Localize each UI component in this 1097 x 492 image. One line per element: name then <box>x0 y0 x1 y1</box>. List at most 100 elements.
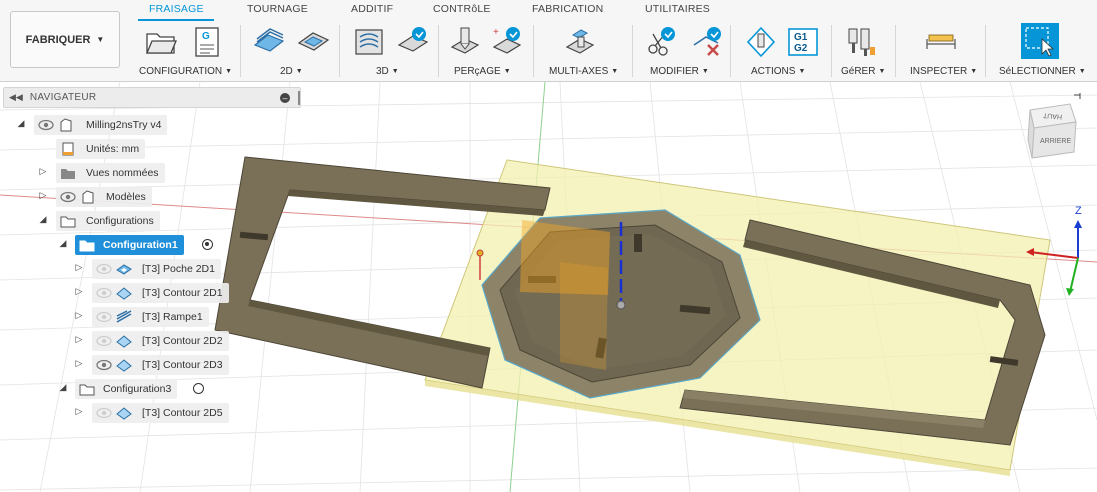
eye-hidden-icon[interactable] <box>96 310 112 324</box>
expand-toggle-icon[interactable]: ▷ <box>74 334 84 345</box>
contour-op-icon <box>116 407 132 420</box>
separator <box>438 25 439 77</box>
g-code-list-icon[interactable]: G <box>190 25 224 59</box>
select-cursor-icon[interactable] <box>1020 22 1060 60</box>
expand-toggle-icon[interactable]: ◢ <box>58 238 68 249</box>
measure-icon[interactable] <box>924 25 958 59</box>
workspace-switcher-button[interactable]: FABRIQUER ▼ <box>10 11 120 68</box>
expand-toggle-icon[interactable]: ▷ <box>74 310 84 321</box>
expand-toggle-icon[interactable]: ▷ <box>38 190 48 201</box>
tab-fabrication[interactable]: FABRICATION <box>532 3 603 19</box>
expand-toggle-icon[interactable]: ▷ <box>74 358 84 369</box>
eye-hidden-icon[interactable] <box>96 262 112 276</box>
models-label: Modèles <box>106 191 146 203</box>
3d-pocket-icon[interactable] <box>396 25 430 59</box>
tree-node-models[interactable]: Modèles <box>56 187 152 207</box>
setup1-label: Configuration1 <box>103 239 178 251</box>
group-multi-axes[interactable]: MULTI-AXES ▼ <box>549 66 618 77</box>
setup-radio[interactable] <box>193 383 204 394</box>
minimize-icon[interactable]: – <box>280 93 290 103</box>
separator <box>533 25 534 77</box>
post-process-icon[interactable]: G1 G2 <box>786 25 820 59</box>
tab-tournage[interactable]: TOURNAGE <box>247 3 308 19</box>
view-cube[interactable]: HAUT ARRIERE <box>1027 93 1081 159</box>
group-gerer[interactable]: GéRER ▼ <box>841 66 885 77</box>
units-document-icon <box>62 142 74 156</box>
tab-fraisage[interactable]: FRAISAGE <box>149 3 204 19</box>
group-inspecter[interactable]: INSPECTER ▼ <box>910 66 977 77</box>
tree-node-setup3[interactable]: Configuration3 <box>75 379 178 399</box>
setup3-label: Configuration3 <box>103 383 172 395</box>
collapse-panel-icon[interactable]: ◀◀ <box>9 92 23 103</box>
simulate-icon[interactable] <box>744 25 778 59</box>
expand-toggle-icon[interactable]: ▷ <box>74 286 84 297</box>
setup-folder-icon[interactable] <box>144 25 178 59</box>
group-percage[interactable]: PERçAGE ▼ <box>454 66 511 77</box>
panel-grip-icon[interactable] <box>298 91 300 105</box>
separator <box>240 25 241 77</box>
tree-node-named-views[interactable]: Vues nommées <box>56 163 165 183</box>
pocket-op-icon <box>116 264 132 275</box>
tree-node-operation[interactable]: [T3] Contour 2D1 <box>92 283 229 303</box>
operation-label: [T3] Poche 2D1 <box>142 263 215 275</box>
tab-additif[interactable]: ADDITIF <box>351 3 393 19</box>
expand-toggle-icon[interactable]: ▷ <box>74 406 84 417</box>
group-configuration[interactable]: CONFIGURATION ▼ <box>139 66 232 77</box>
tree-node-setup1[interactable]: Configuration1 <box>75 235 184 255</box>
3d-adaptive-icon[interactable] <box>352 25 386 59</box>
eye-icon[interactable] <box>38 118 54 132</box>
operation-label: [T3] Contour 2D2 <box>142 335 223 347</box>
tab-controle[interactable]: CONTRôLE <box>433 3 491 19</box>
2d-pocket-icon[interactable] <box>296 25 330 59</box>
operation-label: [T3] Contour 2D1 <box>142 287 223 299</box>
eye-hidden-icon[interactable] <box>96 286 112 300</box>
delete-toolpath-icon[interactable] <box>690 25 724 59</box>
separator <box>895 25 896 77</box>
expand-toggle-icon[interactable]: ◢ <box>16 118 26 129</box>
svg-text:+: + <box>493 27 499 38</box>
model-icon <box>82 190 94 204</box>
tree-node-root[interactable]: Milling2nsTry v4 <box>34 115 168 135</box>
separator <box>985 25 986 77</box>
setup-folder-icon <box>79 240 95 252</box>
svg-text:G: G <box>202 31 210 42</box>
tree-node-setups[interactable]: Configurations <box>56 211 160 231</box>
multi-axis-icon[interactable] <box>563 25 597 59</box>
scissors-trim-icon[interactable] <box>644 25 678 59</box>
viewcube-front-label: ARRIERE <box>1040 138 1071 145</box>
expand-toggle-icon[interactable]: ◢ <box>38 214 48 225</box>
2d-adaptive-icon[interactable] <box>252 25 286 59</box>
eye-hidden-icon[interactable] <box>96 406 112 420</box>
contour-op-icon <box>116 287 132 300</box>
active-tab-indicator <box>138 19 214 21</box>
tree-node-operation[interactable]: [T3] Contour 2D5 <box>92 403 229 423</box>
group-modifier[interactable]: MODIFIER ▼ <box>650 66 709 77</box>
active-setup-radio[interactable] <box>202 239 213 250</box>
tab-utilitaires[interactable]: UTILITAIRES <box>645 3 710 19</box>
group-selectionner[interactable]: SéLECTIONNER ▼ <box>999 66 1086 77</box>
chevron-down-icon: ▼ <box>96 35 105 44</box>
group-2d[interactable]: 2D ▼ <box>280 66 303 77</box>
tree-node-operation[interactable]: [T3] Contour 2D3 <box>92 355 229 375</box>
toolbar: FABRIQUER ▼ FRAISAGE TOURNAGE ADDITIF CO… <box>0 0 1097 82</box>
contour-op-icon <box>116 335 132 348</box>
eye-icon[interactable] <box>60 190 76 204</box>
expand-toggle-icon[interactable]: ▷ <box>38 166 48 177</box>
hole-recognition-icon[interactable]: + <box>490 25 524 59</box>
tree-node-units[interactable]: Unités: mm <box>56 139 146 159</box>
expand-toggle-icon[interactable]: ◢ <box>58 382 68 393</box>
tree-node-operation[interactable]: [T3] Poche 2D1 <box>92 259 221 279</box>
tree-node-operation[interactable]: [T3] Rampe1 <box>92 307 209 327</box>
eye-hidden-icon[interactable] <box>96 334 112 348</box>
group-3d[interactable]: 3D ▼ <box>376 66 399 77</box>
group-actions[interactable]: ACTIONS ▼ <box>751 66 805 77</box>
tree-node-operation[interactable]: [T3] Contour 2D2 <box>92 331 229 351</box>
setups-folder-icon <box>60 216 76 228</box>
named-views-label: Vues nommées <box>86 167 159 179</box>
ramp-op-icon <box>116 310 132 323</box>
drill-icon[interactable] <box>448 25 482 59</box>
root-name: Milling2nsTry v4 <box>86 119 162 131</box>
eye-icon[interactable] <box>96 358 112 372</box>
expand-toggle-icon[interactable]: ▷ <box>74 262 84 273</box>
tool-library-icon[interactable] <box>844 25 878 59</box>
